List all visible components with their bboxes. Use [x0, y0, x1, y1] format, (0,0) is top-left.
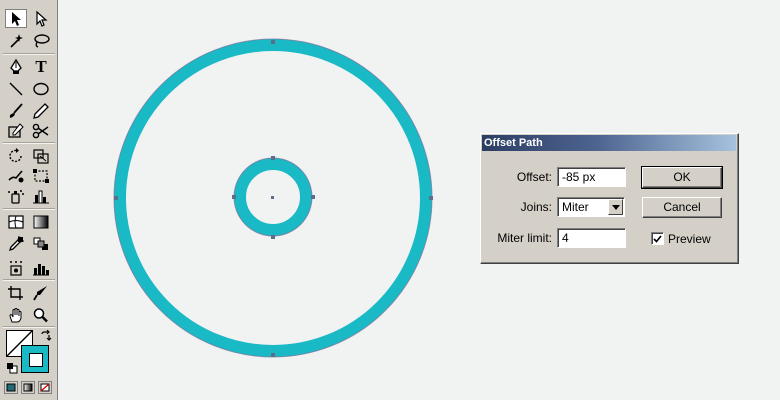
crop-area-icon — [8, 285, 23, 300]
hand-icon — [9, 307, 22, 322]
gradient-icon — [33, 215, 49, 228]
anchor-point[interactable] — [271, 353, 275, 357]
eraser-pencil-icon — [8, 122, 24, 138]
none-mode-button[interactable] — [38, 381, 52, 394]
pencil-tool[interactable] — [30, 101, 52, 120]
paintbrush-tool[interactable] — [5, 101, 27, 120]
lasso-tool[interactable] — [30, 31, 52, 50]
blend-tool[interactable] — [30, 234, 52, 253]
blend-icon — [33, 237, 48, 250]
scale-tool[interactable] — [30, 146, 52, 165]
zoom-tool[interactable] — [30, 305, 52, 324]
color-mode-button[interactable] — [4, 381, 18, 394]
swap-arrow-icon — [41, 330, 52, 341]
anchor-point[interactable] — [114, 196, 118, 200]
eraser-tool[interactable] — [5, 121, 27, 140]
scale-icon — [33, 148, 49, 164]
toolbox-divider — [3, 53, 55, 55]
magnifier-icon — [33, 307, 48, 322]
joins-label: Joins: — [520, 200, 552, 214]
eyedropper-tool[interactable] — [5, 234, 27, 253]
direct-selection-tool[interactable] — [30, 9, 52, 28]
dropdown-arrow-icon — [611, 204, 620, 210]
lasso-icon — [34, 33, 50, 48]
selection-tool[interactable] — [5, 9, 27, 28]
miter-limit-input[interactable] — [557, 228, 626, 248]
paintbrush-icon — [9, 102, 23, 118]
scissors-tool[interactable] — [30, 121, 52, 140]
anchor-point[interactable] — [271, 235, 275, 239]
toolbox-divider — [3, 142, 55, 144]
dialog-titlebar[interactable]: Offset Path — [482, 135, 736, 151]
stroke-swatch-inner — [29, 353, 43, 367]
mesh-tool[interactable] — [5, 212, 27, 231]
column-graph-icon — [33, 190, 49, 203]
center-point — [271, 196, 274, 199]
solid-color-icon — [6, 383, 16, 392]
symbol-sprayer-icon — [8, 189, 24, 204]
direct-selection-arrow-icon — [36, 10, 48, 27]
toolbox: T — [0, 0, 58, 400]
symbol-stamp-icon — [10, 260, 22, 276]
anchor-point[interactable] — [271, 40, 275, 44]
eyedropper-icon — [8, 235, 25, 251]
scissors-icon — [32, 123, 49, 138]
checkmark-icon — [653, 234, 662, 243]
offset-label: Offset: — [516, 170, 552, 184]
free-transform-tool[interactable] — [30, 166, 52, 185]
pen-nib-icon — [10, 58, 22, 74]
swap-fill-stroke-button[interactable] — [39, 329, 53, 343]
slice-knife-icon — [33, 285, 47, 300]
offset-input[interactable] — [557, 167, 626, 187]
preview-checkbox[interactable] — [651, 232, 664, 245]
slice-tool[interactable] — [30, 283, 52, 302]
mesh-icon — [8, 214, 24, 229]
cancel-button[interactable]: Cancel — [642, 197, 722, 218]
line-segment-icon — [9, 82, 23, 95]
type-tool-glyph: T — [35, 56, 47, 76]
type-tool[interactable]: T — [30, 57, 52, 76]
toolbox-divider — [3, 279, 55, 281]
default-colors-icon — [6, 362, 17, 373]
warp-finger-icon — [8, 169, 24, 182]
bar-graph-icon — [33, 263, 49, 275]
symbol-sprayer-tool[interactable] — [5, 186, 27, 205]
preview-label[interactable]: Preview — [668, 232, 711, 246]
free-transform-icon — [33, 168, 49, 183]
ok-button[interactable]: OK — [641, 166, 723, 189]
gradient-mode-button[interactable] — [21, 381, 35, 394]
hand-tool[interactable] — [5, 305, 27, 324]
magic-wand-tool[interactable] — [5, 31, 27, 50]
line-tool[interactable] — [5, 79, 27, 98]
miter-limit-label: Miter limit: — [497, 231, 552, 245]
joins-dropdown-button[interactable] — [608, 199, 623, 215]
stroke-color-swatch[interactable] — [21, 345, 49, 373]
pen-tool[interactable] — [5, 57, 27, 76]
gradient-tool[interactable] — [30, 212, 52, 231]
ellipse-icon — [33, 82, 49, 95]
ellipse-tool[interactable] — [30, 79, 52, 98]
magic-wand-icon — [10, 33, 23, 48]
default-colors-button[interactable] — [5, 361, 18, 374]
rotate-tool[interactable] — [5, 146, 27, 165]
rotate-icon — [9, 147, 22, 162]
pencil-icon — [33, 102, 49, 119]
selection-arrow-icon — [12, 11, 21, 26]
warp-tool[interactable] — [5, 166, 27, 185]
toolbox-divider — [3, 326, 55, 328]
bar-graph-tool[interactable] — [30, 258, 52, 277]
gradient-mode-icon — [23, 383, 33, 392]
symbol-tool[interactable] — [5, 258, 27, 277]
anchor-point[interactable] — [232, 195, 236, 199]
column-graph-tool[interactable] — [30, 186, 52, 205]
none-mode-icon — [40, 383, 50, 392]
anchor-point[interactable] — [311, 195, 315, 199]
toolbox-divider — [3, 208, 55, 210]
joins-selected-value: Miter — [562, 200, 589, 214]
crop-tool[interactable] — [5, 283, 27, 302]
anchor-point[interactable] — [271, 156, 275, 160]
joins-select[interactable]: Miter — [557, 197, 625, 217]
anchor-point[interactable] — [429, 196, 433, 200]
